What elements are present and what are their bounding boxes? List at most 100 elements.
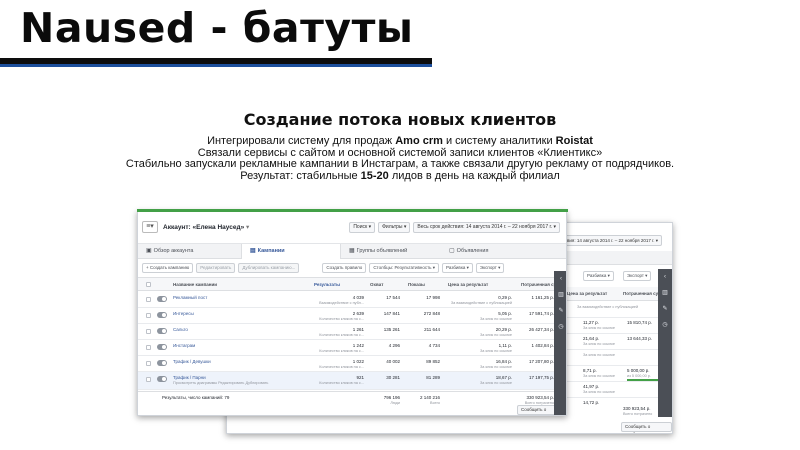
tab-ads[interactable]: ▢ Объявления (441, 244, 541, 259)
breakdown-button[interactable]: Разбивка ▾ (442, 263, 473, 273)
spent-cell: 17 207,80 р. (528, 359, 554, 364)
row-checkbox[interactable] (146, 329, 151, 334)
spent-cell: 17 197,75 р. (528, 375, 554, 380)
side-rail: ‹ ▥ ✎ ◷ (658, 269, 672, 417)
section-heading: Создание потока новых клиентов (243, 110, 557, 129)
search-button[interactable]: Поиск ▾ (349, 221, 376, 233)
bar-chart-icon[interactable]: ▥ (554, 287, 566, 303)
slide-title: Naused - батуты (20, 4, 414, 52)
clock-icon[interactable]: ◷ (658, 317, 672, 333)
cost-cell: 5,05 р. За клик по ссылке (480, 311, 512, 321)
row-action-links[interactable]: Просмотреть диаграммы Редактировать Дубл… (173, 381, 268, 386)
menu-icon[interactable]: ≡▾ (142, 221, 158, 233)
campaign-toggle[interactable] (157, 344, 167, 350)
row-checkbox[interactable] (146, 313, 151, 318)
results-cell: 2 639 Количество кликов на с... (319, 311, 364, 321)
pencil-icon[interactable]: ✎ (658, 301, 672, 317)
edit-button[interactable]: Редактировать (196, 263, 236, 273)
create-rule-button[interactable]: Создать правило (322, 263, 367, 273)
campaign-toggle[interactable] (157, 312, 167, 318)
results-cell: 921 Количество кликов на с... (319, 375, 364, 385)
tab-account-overview[interactable]: ▣ Обзор аккаунта (138, 244, 241, 259)
campaign-name-link[interactable]: Сальто (173, 327, 188, 332)
export-button[interactable]: Экспорт ▾ (475, 263, 505, 273)
row-checkbox[interactable] (146, 297, 151, 302)
breakdown-button[interactable]: Разбивка ▾ (583, 271, 614, 281)
select-all-checkbox[interactable] (146, 282, 151, 287)
report-problem-button[interactable]: Сообщить о проблеме (621, 422, 672, 433)
table-row[interactable]: Трафик / Парни Просмотреть диаграммы Реда… (138, 372, 566, 390)
campaign-name-link[interactable]: Трафик / Парни Просмотреть диаграммы Реда… (173, 375, 268, 386)
grid-icon: ▦ (349, 248, 355, 254)
impressions-cell: 272 848 (423, 311, 440, 316)
account-selector[interactable]: Аккаунт: «Елена Наусед» ▾ (163, 223, 249, 231)
table-row[interactable]: Трафик / Девушки 1 022 Количество кликов … (138, 356, 566, 372)
row-checkbox[interactable] (146, 377, 151, 382)
bar-chart-icon[interactable]: ▥ (658, 285, 672, 301)
campaign-toggle[interactable] (157, 296, 167, 302)
spent-cell: 17 591,74 р. (528, 311, 554, 316)
campaign-toggle[interactable] (157, 360, 167, 366)
campaign-toggle[interactable] (157, 328, 167, 334)
side-rail: ‹ ▥ ✎ ◷ (554, 271, 566, 415)
table-row[interactable]: Интересы 2 639 Количество кликов на с... … (138, 308, 566, 324)
column-header-reach[interactable]: Охват (370, 278, 383, 291)
reach-cell: 135 261 (383, 327, 400, 332)
column-header-name[interactable]: Название кампании (173, 278, 217, 291)
column-header-cost[interactable]: Цена за результат (448, 278, 488, 291)
column-header-impressions[interactable]: Показы (408, 278, 425, 291)
ad-icon: ▢ (449, 248, 455, 254)
results-cell: 1 022 Количество кликов на с... (319, 359, 364, 369)
export-button[interactable]: Экспорт ▾ (623, 271, 652, 281)
tab-ad-sets[interactable]: ▦ Группы объявлений (341, 244, 441, 259)
row-checkbox[interactable] (146, 345, 151, 350)
reach-cell: 40 002 (386, 359, 400, 364)
tab-bar: ▣ Обзор аккаунта ▤ Кампании ▦ Группы объявл… (138, 243, 566, 259)
total-reach: 796 196 Люди (383, 395, 400, 405)
green-accent-bar (137, 209, 568, 212)
table-row[interactable]: Сальто 1 261 Количество кликов на с... 13… (138, 324, 566, 340)
back-cost-cell: За клик по ссылке (583, 353, 615, 357)
date-range-button[interactable]: Весь срок действия: 14 августа 2014 г. –… (413, 221, 560, 233)
folder-icon: ▤ (250, 248, 256, 254)
chevron-icon[interactable]: ‹ (554, 271, 566, 287)
create-campaign-button[interactable]: + Создать кампанию (142, 263, 194, 273)
back-total-spent: 330 923,54 р. Всего потрачено (623, 406, 653, 416)
overview-icon: ▣ (146, 248, 152, 254)
row-checkbox[interactable] (146, 361, 151, 366)
campaign-name-link[interactable]: Интересы (173, 311, 194, 316)
campaign-name-link[interactable]: Трафик / Девушки (173, 359, 211, 364)
description-line-1: Интегрировали систему для продаж Amo crm… (207, 135, 593, 147)
totals-row: Результаты, число кампаний: 79 796 196 Лю… (138, 391, 566, 405)
impressions-cell: 4 734 (428, 343, 440, 348)
table-row[interactable]: Инстаграм 1 242 Количество кликов на с...… (138, 340, 566, 356)
top-bar: ≡▾ Аккаунт: «Елена Наусед» ▾ Поиск ▾ Фил… (138, 215, 566, 239)
title-underline-accent (0, 64, 432, 67)
tab-campaigns[interactable]: ▤ Кампании (241, 244, 341, 259)
back-cost-cell: 21,64 р. За клик по ссылке (583, 336, 615, 346)
table-header: Название кампании Результаты Охват Показ… (138, 277, 566, 291)
back-cost-cell: 11,27 р. За клик по ссылке (583, 320, 615, 330)
columns-button[interactable]: Столбцы: Результативность ▾ (369, 263, 440, 273)
pencil-icon[interactable]: ✎ (554, 303, 566, 319)
column-header-cost[interactable]: Цена за результат (567, 287, 607, 300)
clock-icon[interactable]: ◷ (554, 319, 566, 335)
campaign-table-body: Рекламный пост 4 039 Взаимодействие с пуб… (138, 292, 566, 390)
impressions-cell: 89 852 (426, 359, 440, 364)
column-header-results[interactable]: Результаты (314, 278, 340, 291)
table-row[interactable]: Рекламный пост 4 039 Взаимодействие с пуб… (138, 292, 566, 308)
back-spent-cell: 13 644,33 р. (627, 336, 653, 341)
reach-cell: 17 544 (386, 295, 400, 300)
cost-cell: 1,11 р. За клик по ссылке (480, 343, 512, 353)
budget-progress-bar (627, 379, 661, 381)
duplicate-button[interactable]: Дублировать кампанию... (238, 263, 300, 273)
back-cost-cell: 14,72 р. (583, 400, 600, 405)
filters-button[interactable]: Фильтры ▾ (378, 221, 411, 233)
campaign-name-link[interactable]: Инстаграм (173, 343, 195, 348)
chevron-icon[interactable]: ‹ (658, 269, 672, 285)
back-spent-cell: 15 810,74 р. (627, 320, 653, 325)
total-impressions: 2 140 216 Всего (419, 395, 440, 405)
campaign-toggle[interactable] (157, 376, 167, 382)
campaign-name-link[interactable]: Рекламный пост (173, 295, 207, 300)
reach-cell: 30 281 (386, 375, 400, 380)
